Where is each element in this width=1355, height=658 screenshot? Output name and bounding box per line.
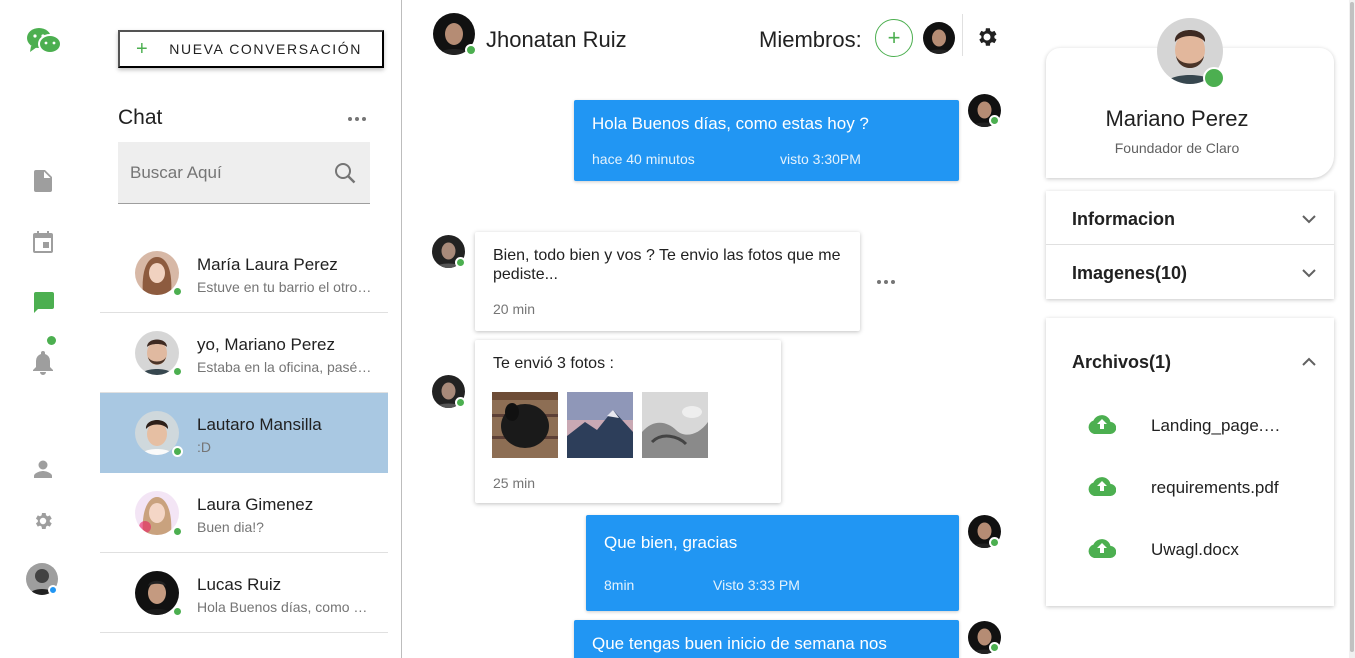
- profile-name: Mariano Perez: [1105, 106, 1249, 131]
- message-text: Que tengas buen inicio de semana nos vem…: [592, 634, 887, 653]
- cloud-upload-icon: [1088, 414, 1117, 439]
- online-status: [989, 642, 1000, 653]
- accordion-card: Informacion Imagenes(10): [1046, 191, 1334, 299]
- message-bubble-outgoing[interactable]: Que bien, gracias 8min Visto 3:33 PM: [586, 515, 959, 611]
- search-input[interactable]: [130, 160, 320, 186]
- contact-item[interactable]: María Laura Perez Estuve en tu barrio el…: [100, 233, 388, 313]
- contact-preview: Hola Buenos días, como estas hoy ?: [197, 599, 372, 615]
- message-more-icon[interactable]: [877, 280, 895, 284]
- online-status: [172, 526, 183, 537]
- scrollbar-thumb[interactable]: [1350, 2, 1354, 652]
- contact-item[interactable]: Laura Gimenez Buen dia!?: [100, 473, 388, 553]
- contact-name: yo, Mariano Perez: [197, 335, 335, 354]
- members-label: Miembros:: [759, 27, 862, 52]
- online-status: [172, 366, 183, 377]
- contact-preview: :D: [197, 439, 211, 455]
- online-status: [989, 537, 1000, 548]
- message-seen: Visto 3:33 PM: [713, 577, 800, 593]
- icon-rail: [0, 0, 86, 658]
- accordion-informacion[interactable]: Informacion: [1046, 191, 1334, 245]
- message-bubble-outgoing[interactable]: Hola Buenos días, como estas hoy ? hace …: [574, 100, 959, 181]
- file-item[interactable]: requirements.pdf: [1046, 468, 1334, 508]
- wechat-logo-icon[interactable]: [26, 26, 62, 56]
- calendar-icon[interactable]: [30, 229, 56, 255]
- cloud-upload-icon: [1088, 538, 1117, 563]
- contact-name: María Laura Perez: [197, 255, 338, 274]
- chevron-up-icon: [1302, 354, 1316, 372]
- contact-name: Lucas Ruiz: [197, 575, 282, 594]
- search-icon[interactable]: [334, 162, 356, 189]
- accordion-imagenes[interactable]: Imagenes(10): [1046, 245, 1334, 299]
- contact-name: Lautaro Mansilla: [197, 415, 322, 434]
- online-status: [455, 397, 466, 408]
- new-conversation-button[interactable]: + NUEVA CONVERSACIÓN: [118, 30, 384, 68]
- message-bubble-incoming[interactable]: Bien, todo bien y vos ? Te envio las fot…: [475, 232, 860, 331]
- header-separator: [962, 14, 963, 56]
- file-item[interactable]: Uwagl.docx: [1046, 530, 1334, 570]
- message-text: Hola Buenos días, como estas hoy ?: [592, 114, 869, 133]
- message-seen: visto 3:30PM: [780, 151, 861, 167]
- contact-item-active[interactable]: Lautaro Mansilla :D: [100, 393, 388, 473]
- profile-panel: Mariano Perez Foundador de Claro Informa…: [1033, 0, 1355, 658]
- message-time: 20 min: [493, 301, 536, 317]
- contact-preview: Estuve en tu barrio el otro día: [197, 279, 372, 295]
- file-item[interactable]: Landing_page.psd: [1046, 406, 1334, 446]
- chat-list-more-icon[interactable]: [348, 117, 366, 121]
- online-status: [172, 446, 183, 457]
- page-scrollbar[interactable]: [1349, 0, 1355, 658]
- online-status: [989, 115, 1000, 126]
- accordion-label: Informacion: [1072, 209, 1176, 229]
- plus-icon: +: [136, 38, 150, 60]
- message-time: 8min: [604, 577, 635, 593]
- settings-icon[interactable]: [30, 508, 56, 534]
- profile-online-status: [1203, 67, 1225, 89]
- chat-app: + NUEVA CONVERSACIÓN Chat María Laura Pe…: [0, 0, 1355, 658]
- accordion-archivos[interactable]: Archivos(1): [1046, 334, 1334, 388]
- chevron-down-icon: [1302, 211, 1316, 229]
- online-status: [455, 257, 466, 268]
- photo-thumbnail[interactable]: [492, 392, 558, 458]
- contact-item[interactable]: Lucas Ruiz Hola Buenos días, como estas …: [100, 553, 388, 633]
- accordion-label: Imagenes(10): [1072, 263, 1188, 283]
- chat-list-title: Chat: [118, 106, 163, 129]
- photo-thumbnail[interactable]: [567, 392, 633, 458]
- message-time: 25 min: [493, 475, 536, 491]
- chevron-down-icon: [1302, 265, 1316, 283]
- contact-preview: Estaba en la oficina, pasé por tu casa: [197, 359, 372, 375]
- accordion-label: Archivos(1): [1072, 352, 1172, 372]
- conversation-panel: Jhonatan Ruiz Miembros: + Hola Buenos dí…: [402, 0, 1032, 658]
- contact-name: Laura Gimenez: [197, 495, 314, 514]
- rail-avatar-status: [48, 585, 58, 595]
- new-conversation-label: NUEVA CONVERSACIÓN: [169, 41, 362, 57]
- message-text: Te envió 3 fotos :: [493, 355, 614, 372]
- notification-dot: [47, 336, 56, 345]
- online-status: [172, 606, 183, 617]
- chat-icon[interactable]: [30, 290, 56, 316]
- conversation-contact-name: Jhonatan Ruiz: [486, 27, 627, 52]
- message-bubble-outgoing[interactable]: Que tengas buen inicio de semana nos vem…: [574, 620, 959, 658]
- contact-item[interactable]: yo, Mariano Perez Estaba en la oficina, …: [100, 313, 388, 393]
- profile-role: Foundador de Claro: [1114, 140, 1240, 156]
- message-text: Bien, todo bien y vos ? Te envio las fot…: [493, 247, 841, 283]
- file-name: requirements.pdf: [1151, 478, 1279, 497]
- conversation-settings-icon[interactable]: [975, 25, 999, 54]
- contact-preview: Buen dia!?: [197, 519, 264, 535]
- file-name: Landing_page.psd: [1151, 416, 1289, 435]
- message-time: hace 40 minutos: [592, 151, 695, 167]
- user-icon[interactable]: [30, 456, 56, 482]
- online-status: [465, 44, 477, 56]
- chat-list-panel: + NUEVA CONVERSACIÓN Chat María Laura Pe…: [100, 0, 388, 658]
- message-text: Que bien, gracias: [604, 533, 738, 552]
- document-icon[interactable]: [30, 168, 56, 194]
- bell-icon[interactable]: [30, 350, 56, 376]
- message-bubble-incoming[interactable]: Te envió 3 fotos : 25 min: [475, 340, 781, 503]
- photo-thumbnail[interactable]: [642, 392, 708, 458]
- file-name: Uwagl.docx: [1151, 540, 1239, 559]
- add-member-button[interactable]: +: [875, 19, 913, 57]
- search-box: [118, 142, 370, 204]
- files-card: Archivos(1) Landing_page.psd requirement…: [1046, 318, 1334, 606]
- online-status: [172, 286, 183, 297]
- member-avatar[interactable]: [923, 22, 955, 54]
- cloud-upload-icon: [1088, 476, 1117, 501]
